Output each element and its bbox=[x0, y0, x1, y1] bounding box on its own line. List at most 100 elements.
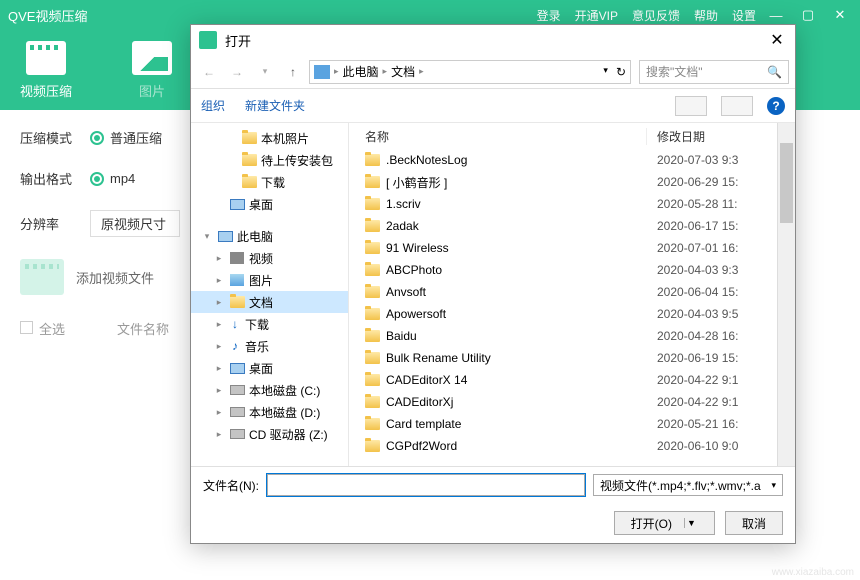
tree-item-label: 文档 bbox=[249, 294, 273, 311]
tree-item[interactable]: ▸视频 bbox=[191, 247, 348, 269]
expand-arrow[interactable]: ▸ bbox=[213, 297, 225, 308]
tree-item[interactable]: 本机照片 bbox=[191, 127, 348, 149]
dialog-close-button[interactable]: ✕ bbox=[767, 30, 787, 50]
expand-arrow[interactable]: ▸ bbox=[213, 429, 225, 440]
folder-icon bbox=[365, 154, 380, 166]
video-icon bbox=[26, 41, 66, 75]
file-row[interactable]: CADEditorX 142020-04-22 9:1 bbox=[349, 369, 777, 391]
file-row[interactable]: 91 Wireless2020-07-01 16: bbox=[349, 237, 777, 259]
file-row[interactable]: CADEditorXj2020-04-22 9:1 bbox=[349, 391, 777, 413]
file-row[interactable]: 2adak2020-06-17 15: bbox=[349, 215, 777, 237]
tree-item[interactable]: ▸桌面 bbox=[191, 357, 348, 379]
file-date: 2020-04-03 9:3 bbox=[647, 263, 777, 277]
cancel-button[interactable]: 取消 bbox=[725, 511, 783, 535]
add-files-label: 添加视频文件 bbox=[76, 268, 154, 287]
file-list[interactable]: .BeckNotesLog2020-07-03 9:3 [ 小鹤音形 ] 2020-… bbox=[349, 149, 777, 466]
tab-image[interactable]: 图片 bbox=[132, 41, 172, 100]
watermark: www.xiazaiba.com bbox=[772, 567, 854, 578]
resolution-select[interactable]: 原视频尺寸 bbox=[90, 210, 180, 237]
expand-arrow[interactable]: ▾ bbox=[201, 231, 213, 242]
breadcrumb[interactable]: ▸ 此电脑 ▸ 文档 ▸ ▾ ↻ bbox=[309, 60, 631, 84]
file-row[interactable]: Anvsoft2020-06-04 15: bbox=[349, 281, 777, 303]
tree-item[interactable]: ▸CD 驱动器 (Z:) bbox=[191, 423, 348, 445]
image-icon bbox=[229, 273, 245, 287]
organize-menu[interactable]: 组织 bbox=[201, 97, 225, 114]
open-dropdown[interactable]: ▼ bbox=[684, 518, 698, 528]
tab-video-compress[interactable]: 视频压缩 bbox=[20, 41, 72, 100]
tree-item[interactable]: ▸本地磁盘 (D:) bbox=[191, 401, 348, 423]
preview-pane-button[interactable] bbox=[721, 96, 753, 116]
tree-item[interactable]: 待上传安装包 bbox=[191, 149, 348, 171]
file-name: CGPdf2Word bbox=[386, 439, 457, 453]
select-all-checkbox[interactable]: 全选 bbox=[20, 319, 65, 338]
file-name: [ 小鹤音形 ] bbox=[386, 174, 447, 191]
file-date: 2020-06-29 15: bbox=[647, 175, 777, 189]
tree-item[interactable]: 桌面 bbox=[191, 193, 348, 215]
nav-up-button[interactable]: ↑ bbox=[281, 60, 305, 84]
menu-login[interactable]: 登录 bbox=[537, 7, 561, 24]
mode-radio[interactable] bbox=[90, 131, 104, 145]
expand-arrow[interactable]: ▸ bbox=[213, 341, 225, 352]
column-name-header[interactable]: 名称 bbox=[349, 128, 647, 145]
folder-icon bbox=[365, 198, 380, 210]
expand-arrow[interactable]: ▸ bbox=[213, 385, 225, 396]
expand-arrow[interactable]: ▸ bbox=[213, 407, 225, 418]
format-radio[interactable] bbox=[90, 172, 104, 186]
file-row[interactable]: .BeckNotesLog2020-07-03 9:3 bbox=[349, 149, 777, 171]
help-icon[interactable]: ? bbox=[767, 97, 785, 115]
file-row[interactable]: Apowersoft2020-04-03 9:5 bbox=[349, 303, 777, 325]
open-button[interactable]: 打开(O) ▼ bbox=[614, 511, 715, 535]
tree-item[interactable]: ▸♪音乐 bbox=[191, 335, 348, 357]
menu-feedback[interactable]: 意见反馈 bbox=[632, 7, 680, 24]
nav-back-button[interactable]: ← bbox=[197, 60, 221, 84]
file-row[interactable]: Bulk Rename Utility2020-06-19 15: bbox=[349, 347, 777, 369]
folder-tree[interactable]: 本机照片待上传安装包下载桌面▾此电脑▸视频▸图片▸文档▸↓下载▸♪音乐▸桌面▸本… bbox=[191, 123, 349, 466]
tree-item-label: 下载 bbox=[261, 174, 285, 191]
menu-vip[interactable]: 开通VIP bbox=[575, 7, 618, 24]
file-row[interactable]: [ 小鹤音形 ] 2020-06-29 15: bbox=[349, 171, 777, 193]
breadcrumb-dropdown[interactable]: ▾ bbox=[603, 65, 608, 79]
file-row[interactable]: CGPdf2Word2020-06-10 9:0 bbox=[349, 435, 777, 457]
search-input[interactable]: 搜索"文档" 🔍 bbox=[639, 60, 789, 84]
file-row[interactable]: Baidu2020-04-28 16: bbox=[349, 325, 777, 347]
breadcrumb-current[interactable]: 文档 bbox=[391, 63, 415, 80]
column-date-header[interactable]: 修改日期 bbox=[647, 128, 777, 145]
format-label: 输出格式 bbox=[20, 169, 90, 188]
maximize-button[interactable]: ▢ bbox=[796, 7, 820, 23]
tree-item[interactable]: ▸↓下载 bbox=[191, 313, 348, 335]
view-mode-button[interactable] bbox=[675, 96, 707, 116]
resolution-label: 分辨率 bbox=[20, 214, 90, 233]
file-row[interactable]: 1.scriv2020-05-28 11: bbox=[349, 193, 777, 215]
tree-item[interactable]: ▸图片 bbox=[191, 269, 348, 291]
file-name: Baidu bbox=[386, 329, 417, 343]
tree-item-label: 待上传安装包 bbox=[261, 152, 333, 169]
breadcrumb-refresh[interactable]: ↻ bbox=[616, 65, 626, 79]
folder-icon bbox=[365, 286, 380, 298]
tree-item-label: 此电脑 bbox=[237, 228, 273, 245]
breadcrumb-root[interactable]: 此电脑 bbox=[343, 63, 379, 80]
menu-help[interactable]: 帮助 bbox=[694, 7, 718, 24]
expand-arrow[interactable]: ▸ bbox=[213, 275, 225, 286]
close-button[interactable]: ✕ bbox=[828, 7, 852, 23]
expand-arrow[interactable]: ▸ bbox=[213, 319, 225, 330]
nav-forward-button[interactable]: → bbox=[225, 60, 249, 84]
file-name: 2adak bbox=[386, 219, 419, 233]
tree-item-label: 本机照片 bbox=[261, 130, 309, 147]
minimize-button[interactable]: — bbox=[764, 8, 788, 23]
file-filter-select[interactable]: 视频文件(*.mp4;*.flv;*.wmv;*.a ▾ bbox=[593, 474, 783, 496]
file-name: ABCPhoto bbox=[386, 263, 442, 277]
expand-arrow[interactable]: ▸ bbox=[213, 253, 225, 264]
image-icon bbox=[132, 41, 172, 75]
vertical-scrollbar[interactable] bbox=[777, 123, 795, 466]
nav-recent-button[interactable]: ▾ bbox=[253, 60, 277, 84]
tree-item[interactable]: ▸ 文档 bbox=[191, 291, 348, 313]
expand-arrow[interactable]: ▸ bbox=[213, 363, 225, 374]
file-row[interactable]: ABCPhoto 2020-04-03 9:3 bbox=[349, 259, 777, 281]
tree-item[interactable]: ▸本地磁盘 (C:) bbox=[191, 379, 348, 401]
tree-item[interactable]: ▾ 此电脑 bbox=[191, 225, 348, 247]
menu-settings[interactable]: 设置 bbox=[732, 7, 756, 24]
file-row[interactable]: Card template2020-05-21 16: bbox=[349, 413, 777, 435]
filename-input[interactable] bbox=[267, 474, 585, 496]
tree-item[interactable]: 下载 bbox=[191, 171, 348, 193]
newfolder-button[interactable]: 新建文件夹 bbox=[245, 97, 305, 114]
